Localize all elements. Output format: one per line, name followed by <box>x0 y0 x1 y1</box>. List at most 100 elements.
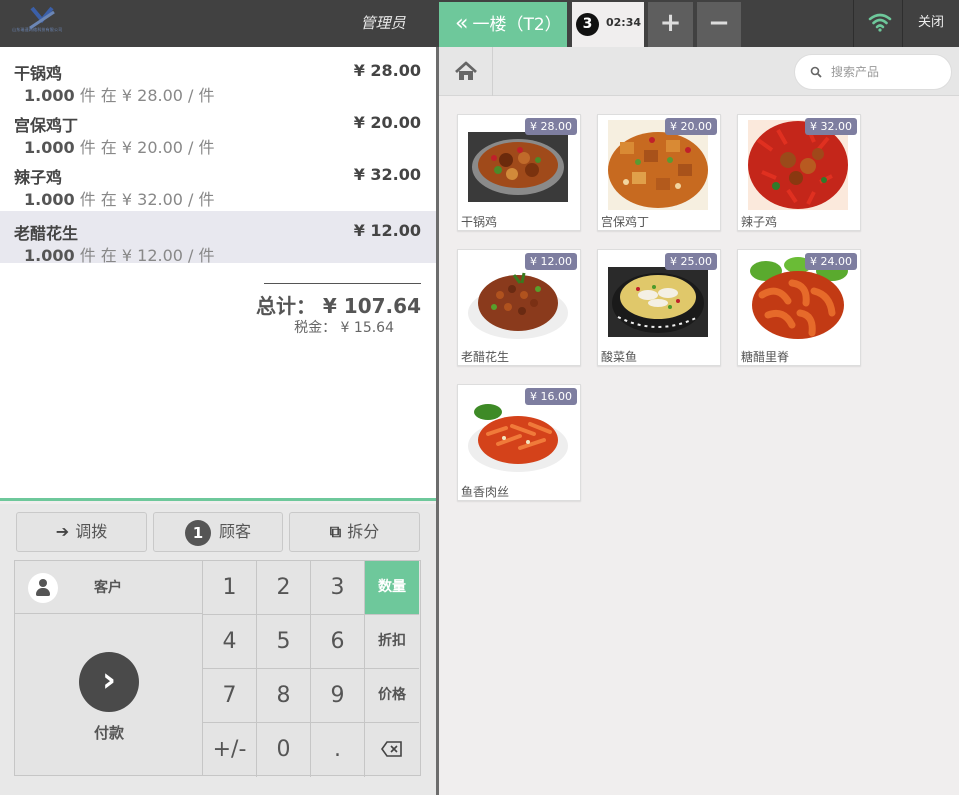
product-card[interactable]: ¥ 32.00 辣子鸡 <box>737 114 861 231</box>
line-price: ¥ 12.00 <box>353 221 421 240</box>
line-qty: 1.000 <box>24 246 75 265</box>
numpad-key-1[interactable]: 1 <box>203 561 257 615</box>
user-icon <box>28 573 58 603</box>
line-info: 1.000 件 在 ¥ 32.00 / 件 <box>24 186 215 210</box>
product-card[interactable]: ¥ 12.00 老醋花生 <box>457 249 581 366</box>
mode-quantity-button[interactable]: 数量 <box>365 561 419 615</box>
line-price: ¥ 28.00 <box>353 61 421 80</box>
order-line[interactable]: 辣子鸡 ¥ 32.00 1.000 件 在 ¥ 32.00 / 件 <box>0 155 436 210</box>
product-price-badge: ¥ 28.00 <box>525 118 577 135</box>
line-product-name: 老醋花生 <box>14 224 79 243</box>
arrow-right-icon: ➔ <box>55 522 70 541</box>
order-panel: 干锅鸡 ¥ 28.00 1.000 件 在 ¥ 28.00 / 件 宫保鸡丁 ¥… <box>0 47 436 795</box>
product-card[interactable]: ¥ 20.00 宫保鸡丁 <box>597 114 721 231</box>
mode-discount-button[interactable]: 折扣 <box>365 615 419 669</box>
product-price-badge: ¥ 20.00 <box>665 118 717 135</box>
new-order-button[interactable]: + <box>648 2 693 47</box>
line-info: 1.000 件 在 ¥ 12.00 / 件 <box>24 242 215 266</box>
order-line-selected[interactable]: 老醋花生 ¥ 12.00 1.000 件 在 ¥ 12.00 / 件 <box>0 211 436 266</box>
home-icon <box>455 61 477 80</box>
delete-order-button[interactable]: − <box>697 2 741 47</box>
numpad-key-5[interactable]: 5 <box>257 615 311 669</box>
order-time: 02:34 <box>606 16 642 29</box>
payment-button[interactable]: › 付款 <box>15 614 203 776</box>
guests-count: 1 <box>184 519 211 546</box>
numpad-key-0[interactable]: 0 <box>257 723 311 777</box>
home-category-button[interactable] <box>439 47 493 96</box>
copy-icon: ⧉ <box>329 522 342 541</box>
product-toolbar <box>439 47 959 96</box>
line-product-name: 干锅鸡 <box>14 64 63 83</box>
top-bar: 山东瑞速网络科技有限公司 管理员 «一楼（T2） 3 02:34 + − 关闭 <box>0 0 959 47</box>
line-price: ¥ 32.00 <box>353 165 421 184</box>
numpad-key-4[interactable]: 4 <box>203 615 257 669</box>
line-unit-info: 件 在 ¥ 12.00 / 件 <box>74 246 215 265</box>
wifi-icon <box>868 12 892 32</box>
order-line[interactable]: 干锅鸡 ¥ 28.00 1.000 件 在 ¥ 28.00 / 件 <box>0 51 436 105</box>
numpad-key-7[interactable]: 7 <box>203 669 257 723</box>
product-price-badge: ¥ 12.00 <box>525 253 577 270</box>
close-button[interactable]: 关闭 <box>903 0 959 47</box>
product-card[interactable]: ¥ 25.00 酸菜鱼 <box>597 249 721 366</box>
product-card[interactable]: ¥ 24.00 糖醋里脊 <box>737 249 861 366</box>
line-product-name: 宫保鸡丁 <box>14 116 79 135</box>
line-product-name: 辣子鸡 <box>14 168 63 187</box>
payment-label: 付款 <box>94 724 125 742</box>
line-unit-info: 件 在 ¥ 32.00 / 件 <box>74 190 215 209</box>
backspace-icon <box>381 741 402 757</box>
search-icon <box>810 66 822 78</box>
line-price: ¥ 20.00 <box>353 113 421 132</box>
guests-button[interactable]: 1 顾客 <box>153 512 283 552</box>
mode-price-button[interactable]: 价格 <box>365 669 419 723</box>
company-logo <box>10 4 78 40</box>
order-lines: 干锅鸡 ¥ 28.00 1.000 件 在 ¥ 28.00 / 件 宫保鸡丁 ¥… <box>0 47 436 501</box>
chevron-right-icon: › <box>79 652 139 712</box>
guests-label: 顾客 <box>218 522 251 541</box>
total-divider <box>264 283 421 284</box>
numpad: 客户 › 付款 1 2 3 数量 4 5 6 折扣 7 8 9 价格 +/- 0… <box>14 560 421 777</box>
product-card[interactable]: ¥ 28.00 干锅鸡 <box>457 114 581 231</box>
product-name: 酸菜鱼 <box>601 350 638 364</box>
transfer-button[interactable]: ➔ 调拨 <box>16 512 147 552</box>
divider <box>853 0 854 47</box>
numpad-key-6[interactable]: 6 <box>311 615 365 669</box>
product-name: 干锅鸡 <box>461 215 498 229</box>
numpad-key-3[interactable]: 3 <box>311 561 365 615</box>
logo-caption: 山东瑞速网络科技有限公司 <box>12 27 63 32</box>
product-price-badge: ¥ 16.00 <box>525 388 577 405</box>
numpad-key-8[interactable]: 8 <box>257 669 311 723</box>
numpad-key-sign[interactable]: +/- <box>203 723 257 777</box>
numpad-key-2[interactable]: 2 <box>257 561 311 615</box>
cashier-name[interactable]: 管理员 <box>355 0 411 47</box>
order-tax: 税金： ¥ 15.64 <box>294 320 394 336</box>
product-name: 老醋花生 <box>461 350 510 364</box>
order-tab[interactable]: 3 02:34 <box>572 2 644 47</box>
product-price-badge: ¥ 24.00 <box>805 253 857 270</box>
order-total: 总计： ¥ 107.64 <box>255 294 421 318</box>
product-card[interactable]: ¥ 16.00 鱼香肉丝 <box>457 384 581 501</box>
product-name: 糖醋里脊 <box>741 350 790 364</box>
product-price-badge: ¥ 25.00 <box>665 253 717 270</box>
order-number-badge: 3 <box>576 13 599 36</box>
backspace-button[interactable] <box>365 723 419 777</box>
product-panel: ¥ 28.00 干锅鸡 ¥ 20.00 宫保鸡丁 <box>439 47 959 795</box>
customer-label: 客户 <box>94 580 122 596</box>
customer-button[interactable]: 客户 <box>15 561 203 614</box>
control-area: ➔ 调拨 1 顾客 ⧉ 拆分 客户 › 付款 1 2 3 数量 4 5 6 折扣 7 <box>0 504 436 795</box>
order-line[interactable]: 宫保鸡丁 ¥ 20.00 1.000 件 在 ¥ 20.00 / 件 <box>0 103 436 157</box>
double-chevron-left-icon: « <box>455 11 469 36</box>
back-to-floor-button[interactable]: «一楼（T2） <box>439 2 567 47</box>
search-input[interactable] <box>831 61 941 83</box>
split-button[interactable]: ⧉ 拆分 <box>289 512 420 552</box>
product-price-badge: ¥ 32.00 <box>805 118 857 135</box>
search-box[interactable] <box>794 54 952 90</box>
split-label: 拆分 <box>347 522 380 541</box>
product-name: 辣子鸡 <box>741 215 778 229</box>
product-name: 宫保鸡丁 <box>601 215 650 229</box>
product-name: 鱼香肉丝 <box>461 485 510 499</box>
floor-label: 一楼（T2） <box>472 15 562 35</box>
numpad-key-dot[interactable]: . <box>311 723 365 777</box>
line-qty: 1.000 <box>24 190 75 209</box>
transfer-label: 调拨 <box>75 522 108 541</box>
numpad-key-9[interactable]: 9 <box>311 669 365 723</box>
